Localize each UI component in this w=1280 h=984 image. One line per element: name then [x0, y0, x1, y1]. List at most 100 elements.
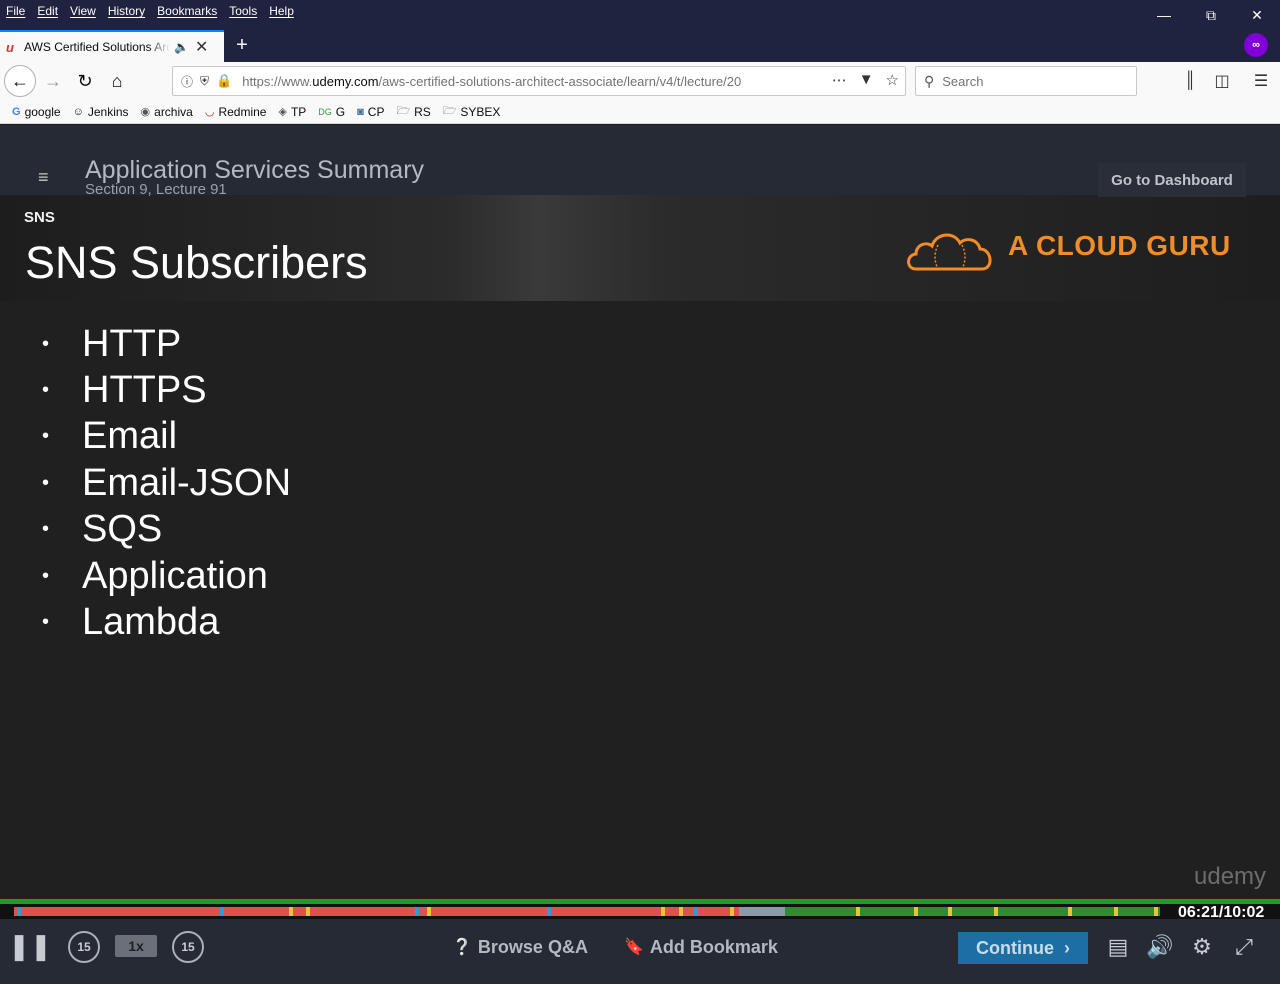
- chapter-marker: [220, 907, 224, 916]
- bullet-dot-icon: •: [42, 471, 50, 494]
- bullet-list: • HTTP • HTTPS • Email • Email-JSON • SQS • Applica…: [42, 321, 291, 646]
- bookmark-redmine[interactable]: ◡ Redmine: [205, 105, 267, 119]
- bookmark-sybex[interactable]: 🗁 SYBEX: [443, 102, 501, 121]
- private-browsing-icon: ∞: [1244, 33, 1268, 57]
- forward-icon[interactable]: →: [38, 66, 68, 96]
- menu-file[interactable]: File: [6, 4, 25, 18]
- slide-title: SNS Subscribers: [25, 237, 368, 288]
- bullet-text: SQS: [82, 508, 163, 551]
- search-placeholder: Search: [942, 73, 984, 89]
- chapter-marker: [1154, 907, 1158, 916]
- browser-tab[interactable]: u AWS Certified Solutions Architect 🔈 ✕: [0, 30, 224, 62]
- chapter-marker: [289, 907, 293, 916]
- bullet-item: • Email: [42, 414, 291, 460]
- bookmark-g[interactable]: DG G: [318, 105, 345, 119]
- tracking-shield-icon[interactable]: ⛨: [200, 74, 209, 89]
- bookmark-tp[interactable]: ◈ TP: [278, 105, 306, 119]
- menu-view[interactable]: View: [70, 4, 96, 18]
- google-icon: G: [12, 105, 21, 118]
- chapter-marker: [17, 907, 21, 916]
- bookmark-archiva[interactable]: ◉ archiva: [141, 105, 193, 119]
- udemy-favicon-icon: u: [6, 39, 14, 55]
- chapter-marker: [306, 907, 310, 916]
- settings-gear-icon[interactable]: ⚙: [1188, 933, 1216, 961]
- curriculum-list-icon[interactable]: ≡: [38, 167, 60, 187]
- url-text[interactable]: https://www.udemy.com/aws-certified-solu…: [242, 74, 790, 89]
- jenkins-icon: ☺: [72, 105, 84, 118]
- info-icon[interactable]: ⓘ: [181, 73, 193, 90]
- bookmark-google[interactable]: Ggoogle: [12, 105, 61, 119]
- progress-top-line: [0, 899, 1280, 904]
- tp-icon: ◈: [278, 106, 287, 118]
- slide-tag: SNS: [24, 209, 55, 226]
- bullet-dot-icon: •: [42, 518, 50, 541]
- bullet-item: • Email-JSON: [42, 460, 291, 506]
- library-icon[interactable]: ║: [1179, 70, 1201, 92]
- browse-qa-label: Browse Q&A: [477, 936, 588, 957]
- menu-help[interactable]: Help: [269, 4, 294, 18]
- bookmark-cp[interactable]: ◙ CP: [357, 105, 384, 119]
- browser-titlebar: File Edit View History Bookmarks Tools H…: [0, 0, 1280, 62]
- menu-edit[interactable]: Edit: [37, 4, 58, 18]
- restore-icon[interactable]: ⧉: [1188, 0, 1234, 30]
- home-icon[interactable]: ⌂: [102, 66, 132, 96]
- pocket-icon[interactable]: ▼: [859, 71, 874, 89]
- menu-bookmarks[interactable]: Bookmarks: [157, 4, 217, 18]
- progress-bar[interactable]: 06:21/10:02: [0, 899, 1280, 921]
- reload-icon[interactable]: ↻: [70, 66, 100, 96]
- page-actions-icon[interactable]: ⋯: [832, 71, 847, 89]
- sidebar-icon[interactable]: ◫: [1211, 70, 1233, 92]
- rewind-15-button[interactable]: 15: [68, 931, 100, 963]
- bookmark-rs[interactable]: 🗁 RS: [396, 102, 430, 121]
- browse-qa-button[interactable]: ❔ Browse Q&A: [452, 933, 588, 961]
- continue-button[interactable]: Continue ›: [958, 932, 1088, 964]
- captions-icon[interactable]: ▤: [1104, 933, 1132, 961]
- bullet-item: • HTTPS: [42, 367, 291, 413]
- lecture-subtitle: Section 9, Lecture 91: [85, 181, 227, 198]
- speaker-icon[interactable]: 🔈: [174, 40, 189, 54]
- progress-watched: [14, 907, 739, 916]
- chapter-marker: [856, 907, 860, 916]
- chapter-marker: [914, 907, 918, 916]
- menu-tools[interactable]: Tools: [229, 4, 257, 18]
- bullet-text: Application: [82, 554, 268, 597]
- url-bar[interactable]: ⓘ ⛨ 🔒 https://www.udemy.com/aws-certifie…: [172, 66, 906, 96]
- bullet-text: Lambda: [82, 601, 220, 644]
- bullet-text: HTTP: [82, 322, 182, 365]
- close-window-icon[interactable]: ✕: [1234, 0, 1280, 30]
- chapter-marker: [948, 907, 952, 916]
- menu-history[interactable]: History: [108, 4, 145, 18]
- fullscreen-icon[interactable]: ⤢: [1230, 933, 1258, 961]
- cp-icon: ◙: [357, 105, 364, 118]
- bullet-item: • Lambda: [42, 599, 291, 645]
- chevron-right-icon: ›: [1064, 937, 1070, 958]
- forward-15-button[interactable]: 15: [172, 931, 204, 963]
- pause-icon[interactable]: ❚❚: [8, 931, 52, 961]
- playback-speed-button[interactable]: 1x: [115, 935, 157, 957]
- chapter-marker: [547, 907, 551, 916]
- lock-icon[interactable]: 🔒: [216, 73, 232, 89]
- search-icon: ⚲: [924, 72, 935, 89]
- progress-track[interactable]: [14, 907, 1160, 916]
- chapter-marker: [679, 907, 683, 916]
- bookmark-jenkins[interactable]: ☺ Jenkins: [73, 105, 129, 119]
- back-icon[interactable]: ←: [4, 65, 36, 97]
- volume-icon[interactable]: 🔊: [1146, 933, 1174, 961]
- bullet-text: Email-JSON: [82, 461, 292, 504]
- bullet-dot-icon: •: [42, 564, 50, 587]
- bullet-text: HTTPS: [82, 369, 207, 412]
- bookmark-star-icon[interactable]: ☆: [886, 71, 899, 89]
- menu-bar: File Edit View History Bookmarks Tools H…: [0, 0, 300, 22]
- video-player[interactable]: ≡ Application Services Summary Section 9…: [0, 125, 1280, 899]
- cloud-logo-icon: [907, 233, 992, 271]
- bullet-dot-icon: •: [42, 611, 50, 634]
- minimize-icon[interactable]: —: [1141, 0, 1187, 30]
- go-to-dashboard-button[interactable]: Go to Dashboard: [1098, 163, 1246, 197]
- new-tab-icon[interactable]: +: [230, 32, 254, 58]
- progress-buffered: [739, 907, 785, 916]
- add-bookmark-button[interactable]: 🔖 Add Bookmark: [624, 933, 778, 961]
- search-input[interactable]: ⚲ Search: [915, 66, 1137, 96]
- tab-close-icon[interactable]: ✕: [195, 37, 208, 57]
- bullet-dot-icon: •: [42, 332, 50, 355]
- hamburger-menu-icon[interactable]: ☰: [1250, 70, 1272, 92]
